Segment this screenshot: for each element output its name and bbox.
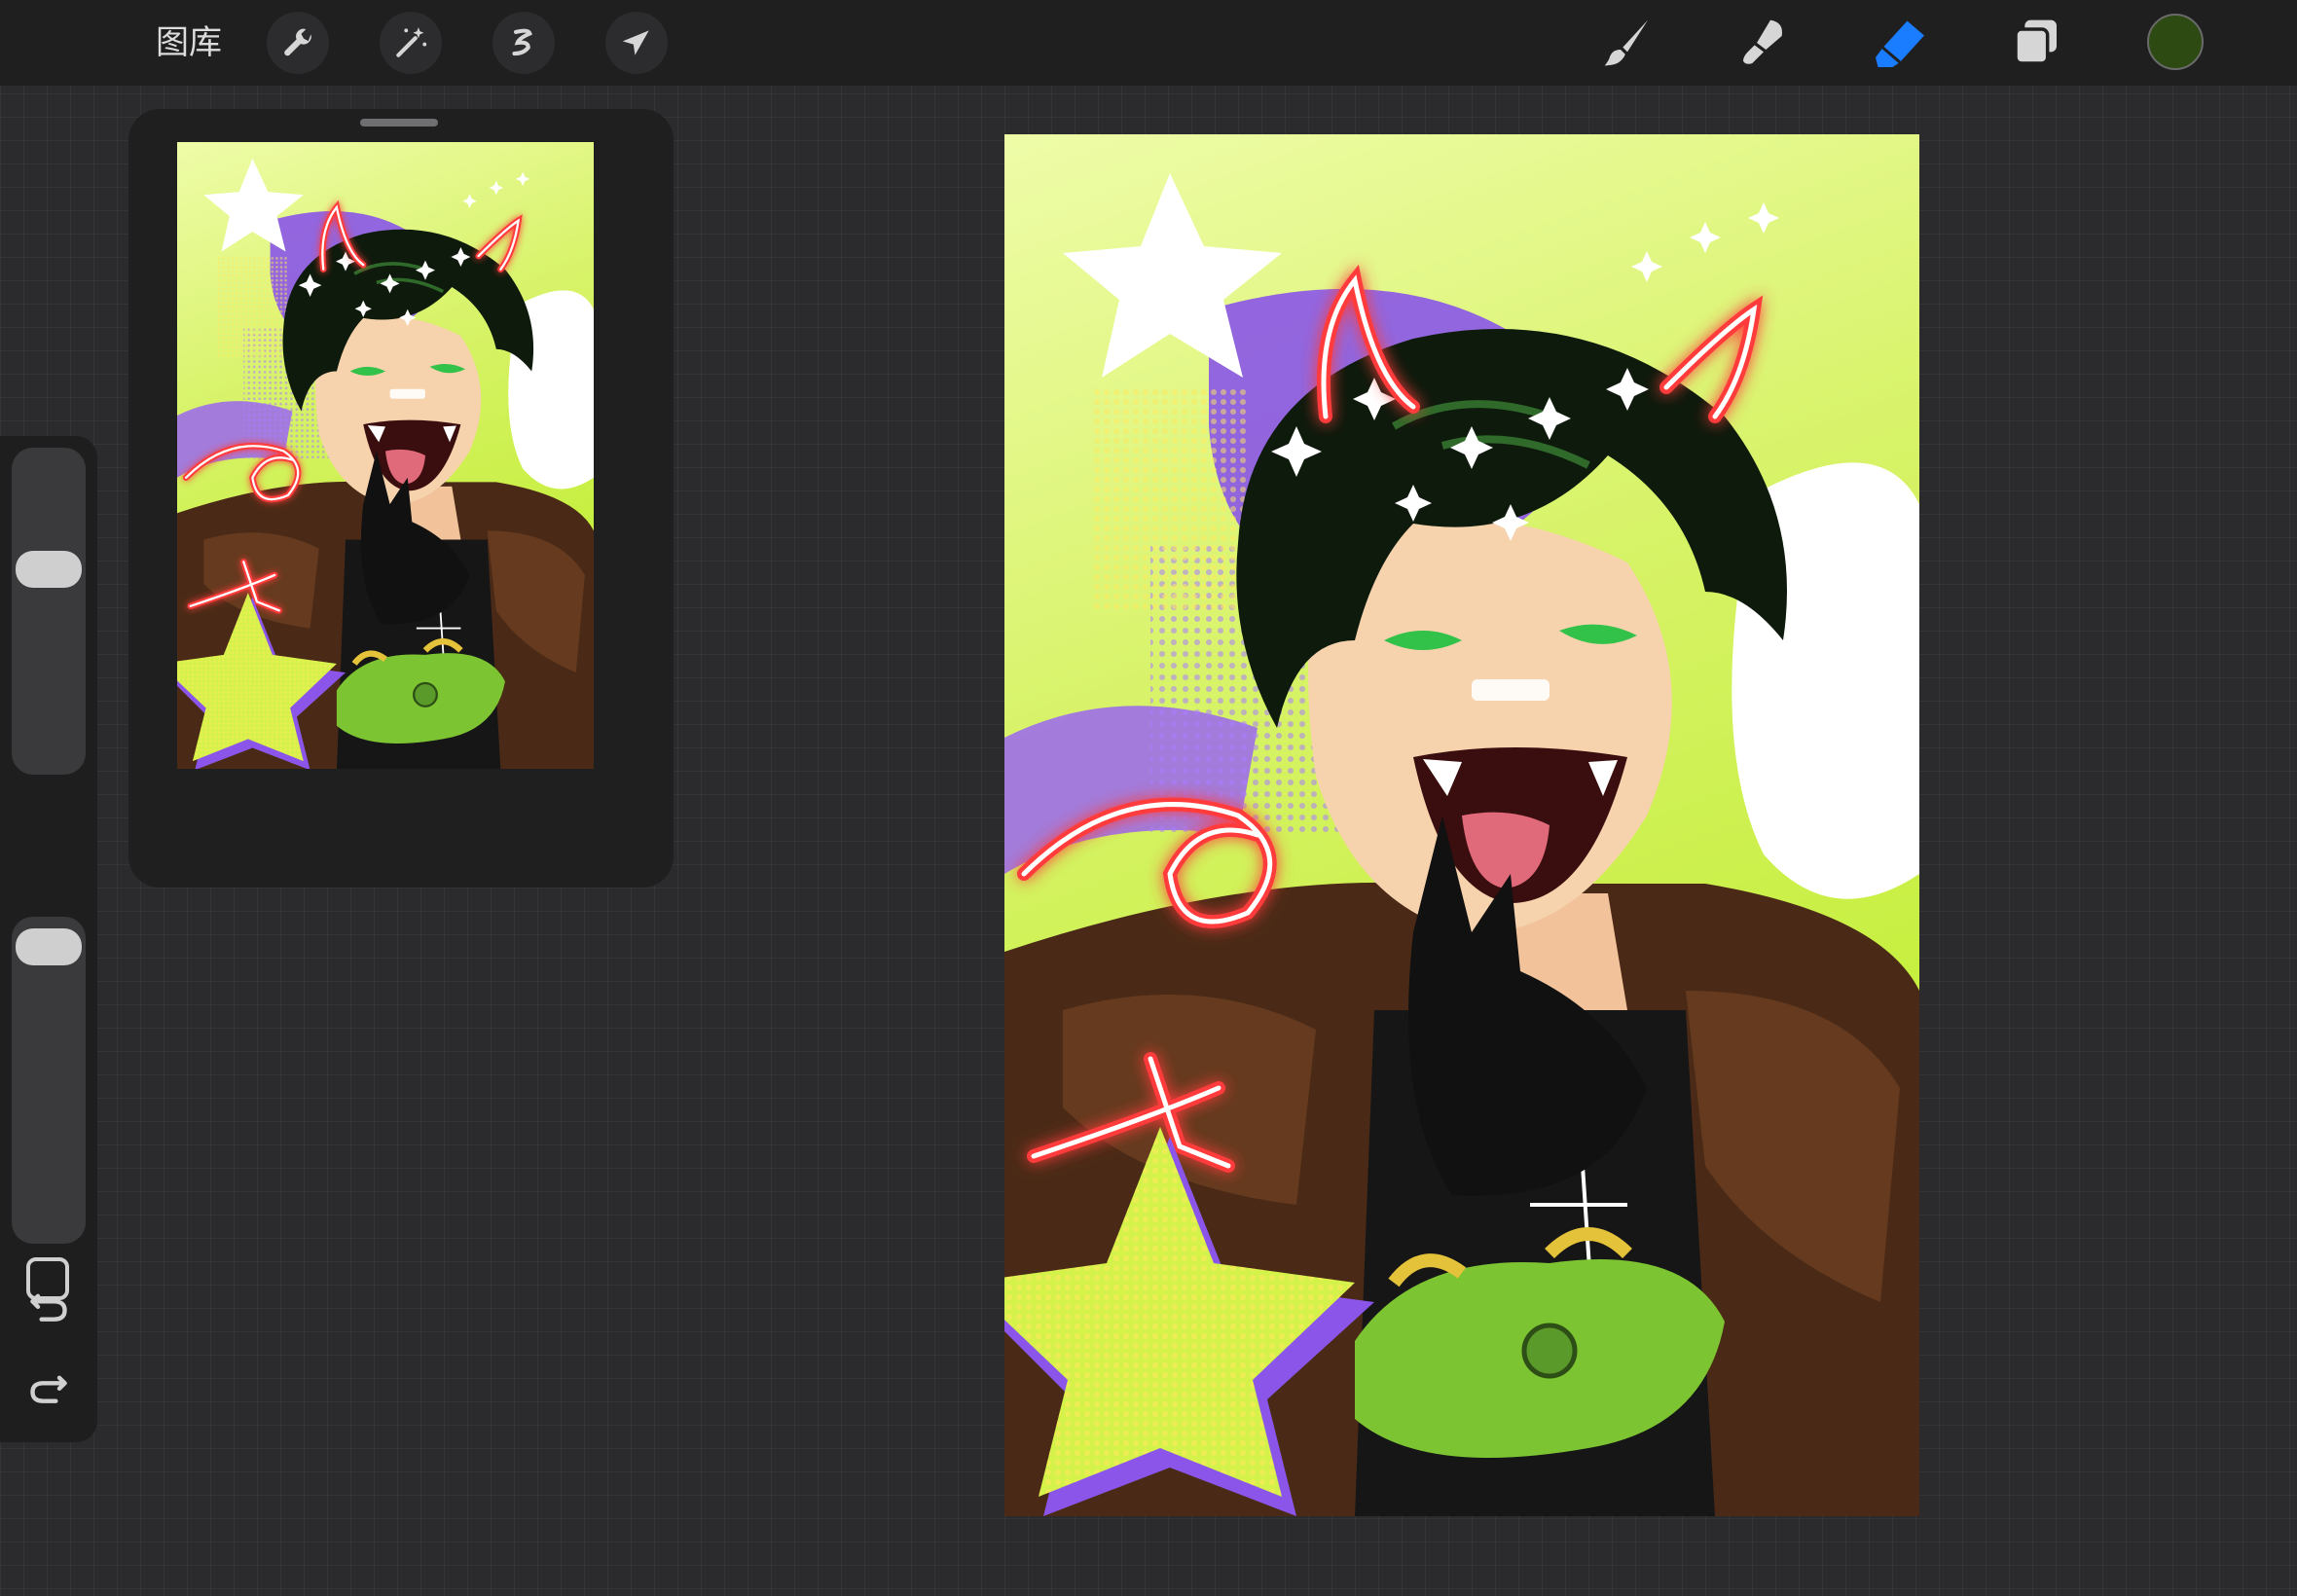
selection-icon	[512, 28, 532, 56]
smudge-icon	[1743, 19, 1782, 64]
undo-icon	[30, 1293, 67, 1322]
reference-artwork-thumbnail	[177, 142, 594, 769]
layers-button[interactable]	[2005, 12, 2067, 74]
brush-size-thumb[interactable]	[16, 551, 82, 589]
main-canvas[interactable]	[1004, 134, 1919, 1516]
wrench-icon	[284, 28, 311, 56]
transform-arrow-icon	[622, 30, 649, 55]
selection-button[interactable]	[492, 12, 555, 74]
brush-icon	[1604, 19, 1648, 66]
left-sidebar	[0, 436, 97, 1442]
opacity-thumb[interactable]	[16, 927, 82, 965]
reference-artwork-image	[177, 142, 594, 769]
undo-button[interactable]	[21, 1281, 76, 1329]
canvas-artwork-image	[1004, 134, 1919, 1516]
magic-wand-icon	[396, 27, 427, 57]
reference-drag-handle[interactable]	[360, 119, 438, 127]
gallery-button[interactable]: 图库	[156, 19, 222, 66]
redo-button[interactable]	[21, 1362, 76, 1411]
erase-button[interactable]	[1869, 12, 1931, 74]
color-picker-button[interactable]	[2147, 14, 2204, 70]
top-toolbar: 图库	[0, 0, 2297, 86]
actions-button[interactable]	[267, 12, 329, 74]
brush-size-slider[interactable]	[12, 448, 86, 775]
smudge-button[interactable]	[1732, 12, 1795, 74]
paint-button[interactable]	[1596, 12, 1659, 74]
transform-button[interactable]	[605, 12, 668, 74]
reference-window[interactable]	[128, 109, 674, 888]
opacity-slider[interactable]	[12, 917, 86, 1244]
layers-icon	[2014, 19, 2057, 65]
eraser-icon	[1876, 20, 1924, 67]
redo-icon	[30, 1375, 67, 1403]
adjustments-button[interactable]	[380, 12, 442, 74]
